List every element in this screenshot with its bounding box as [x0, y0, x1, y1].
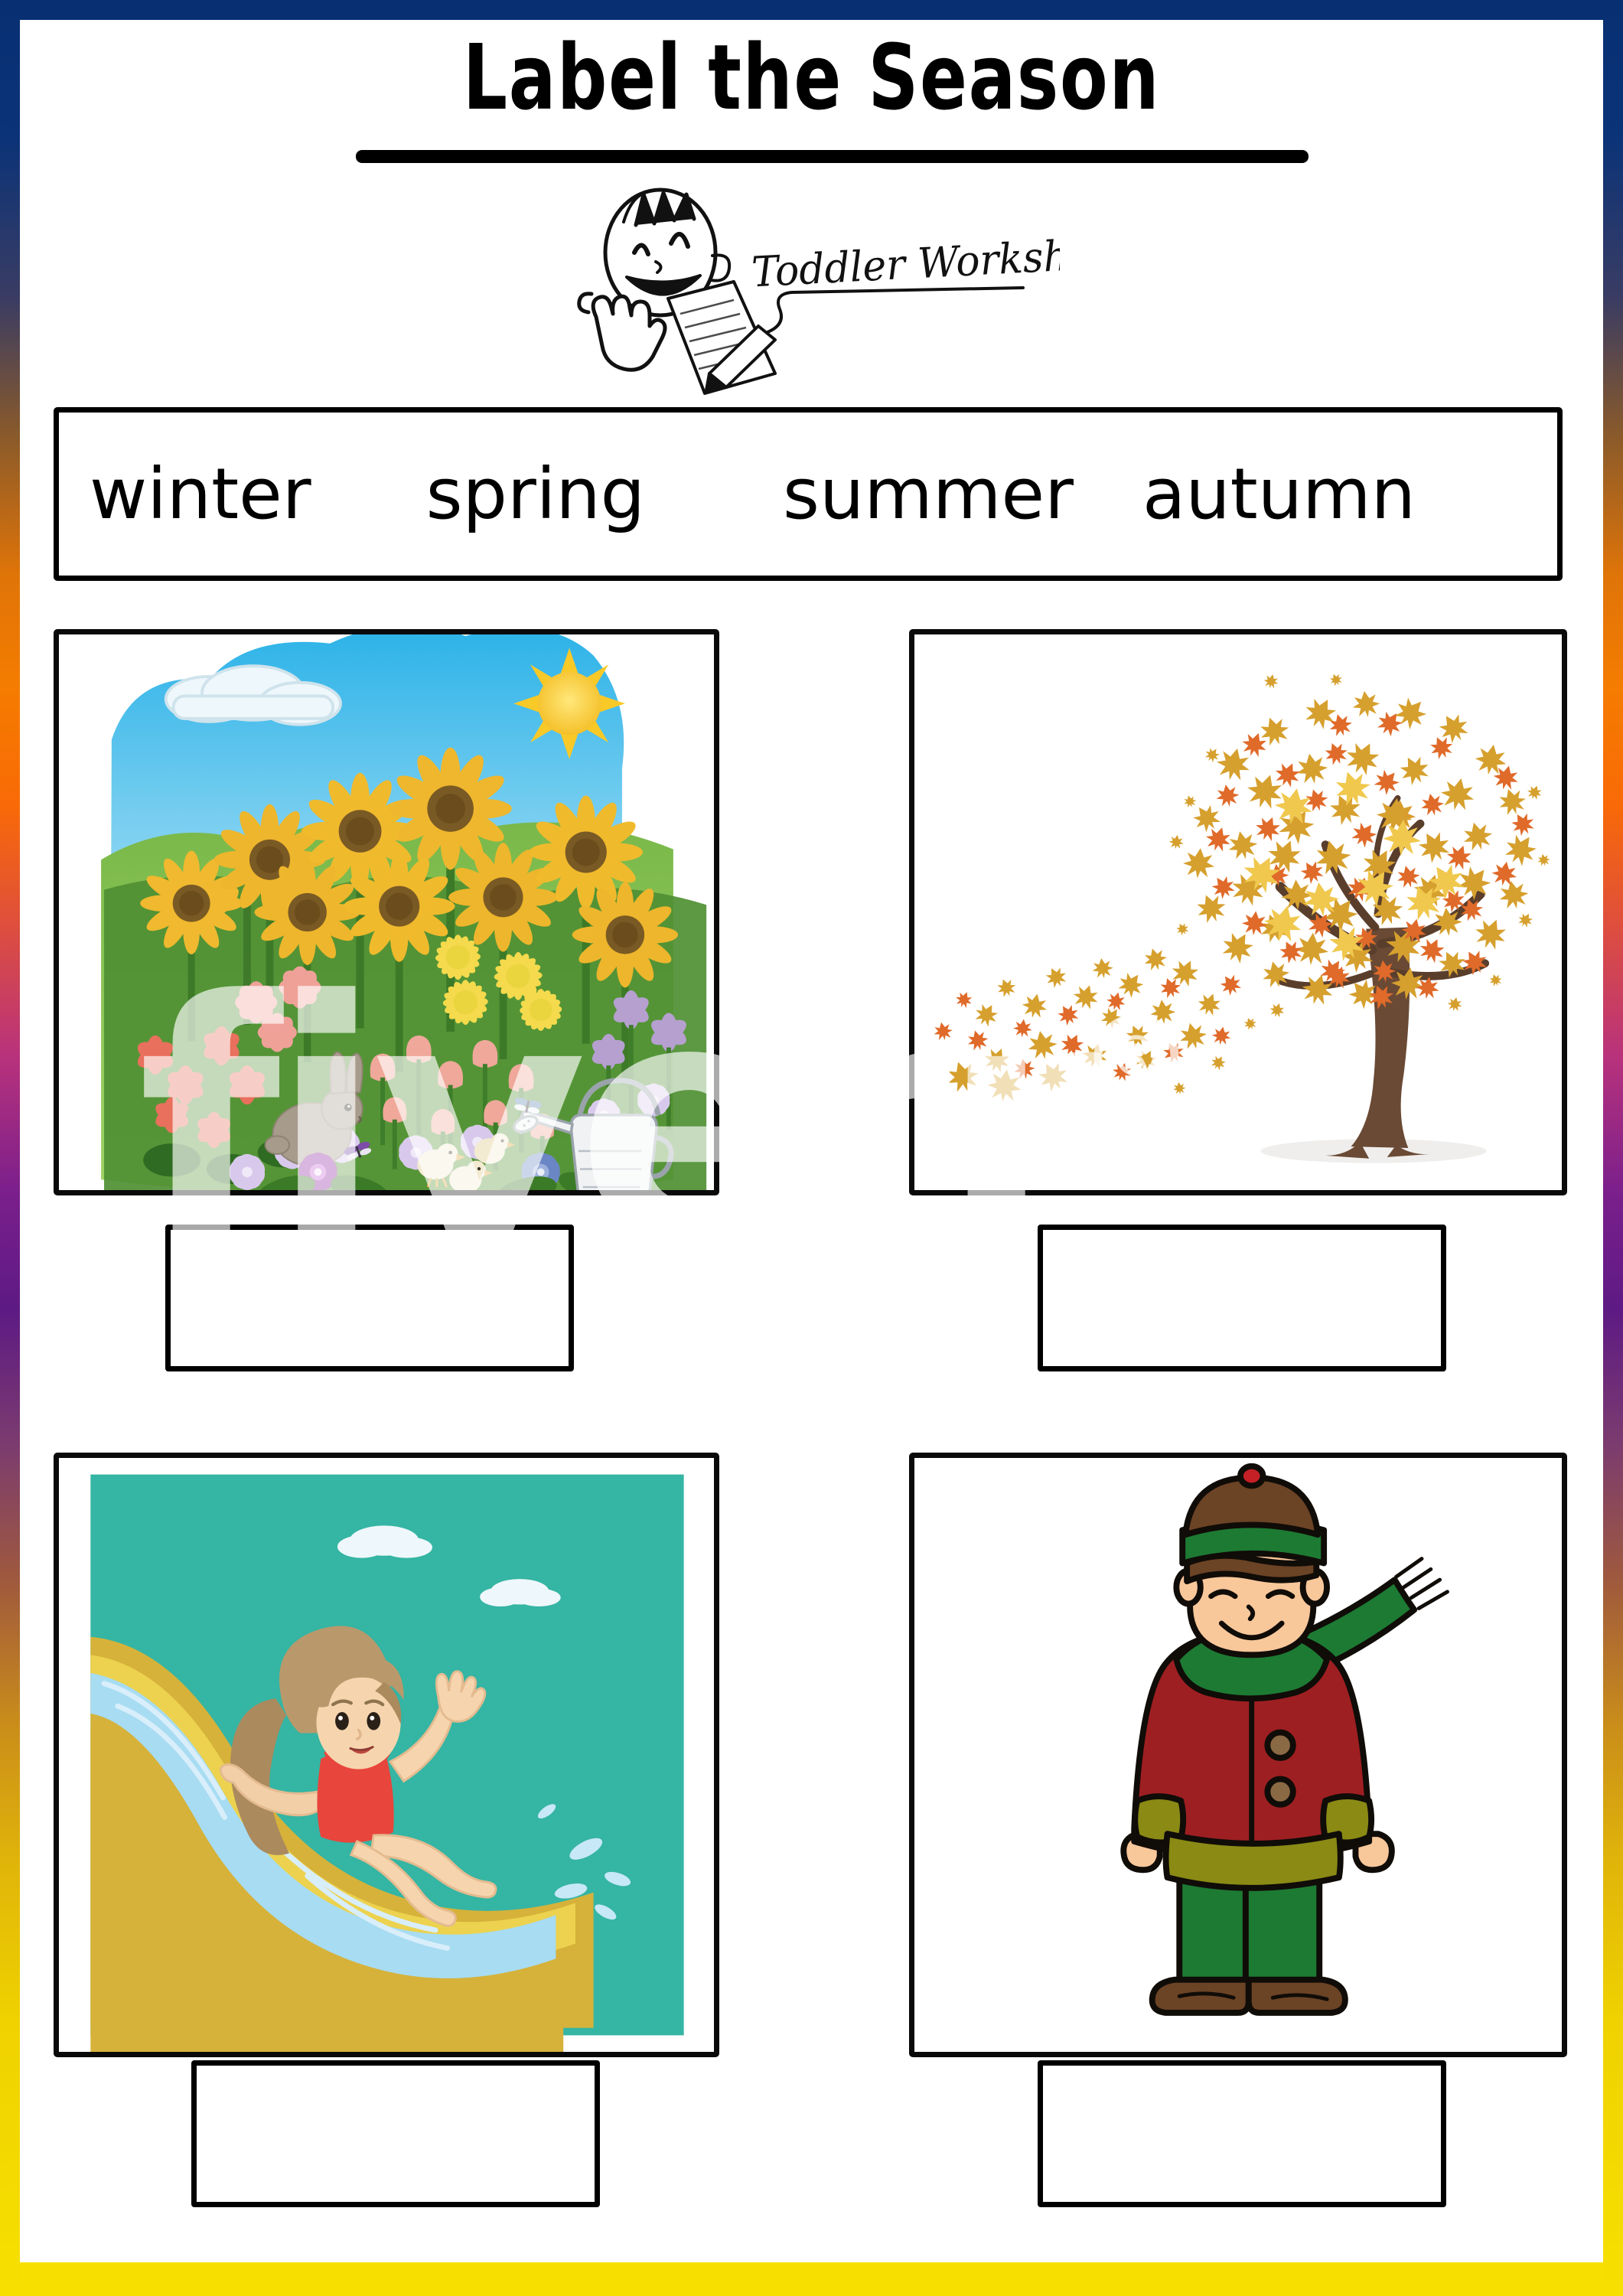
- worksheet-page: Label the Season Toddler Worksheets wint…: [0, 0, 1623, 2296]
- picture-frame-summer: [54, 1453, 719, 2057]
- answer-box-summer[interactable]: [191, 2060, 600, 2207]
- word-bank-item-winter[interactable]: winter: [90, 453, 311, 535]
- title-underline: [356, 150, 1309, 163]
- picture-frame-winter: [909, 1453, 1567, 2057]
- spring-garden-illustration: [59, 634, 714, 1190]
- page-title-wrap: Label the Season: [0, 24, 1623, 130]
- logo-wordmark: Toddler Worksheets: [751, 227, 1060, 297]
- picture-frame-spring: [54, 629, 719, 1195]
- border-bottom: [0, 2262, 1623, 2296]
- word-bank-row: winter spring summer autumn: [59, 413, 1557, 576]
- answer-box-winter[interactable]: [1038, 2060, 1446, 2207]
- summer-waterslide-illustration: [59, 1458, 714, 2052]
- toddler-worksheets-logo-icon: Toddler Worksheets: [577, 188, 1060, 395]
- word-bank: winter spring summer autumn: [54, 407, 1563, 581]
- autumn-tree-illustration: [914, 634, 1562, 1190]
- border-left: [0, 0, 20, 2296]
- border-right: [1603, 0, 1623, 2296]
- border-top: [0, 0, 1623, 20]
- word-bank-item-summer[interactable]: summer: [783, 453, 1074, 535]
- page-title: Label the Season: [462, 24, 1161, 130]
- word-bank-item-autumn[interactable]: autumn: [1142, 453, 1416, 535]
- answer-box-spring[interactable]: [165, 1225, 574, 1371]
- answer-box-autumn[interactable]: [1038, 1225, 1446, 1371]
- word-bank-item-spring[interactable]: spring: [426, 453, 645, 535]
- winter-boy-illustration: [914, 1458, 1562, 2052]
- brand-logo: Toddler Worksheets: [570, 182, 1060, 396]
- picture-frame-autumn: [909, 629, 1567, 1195]
